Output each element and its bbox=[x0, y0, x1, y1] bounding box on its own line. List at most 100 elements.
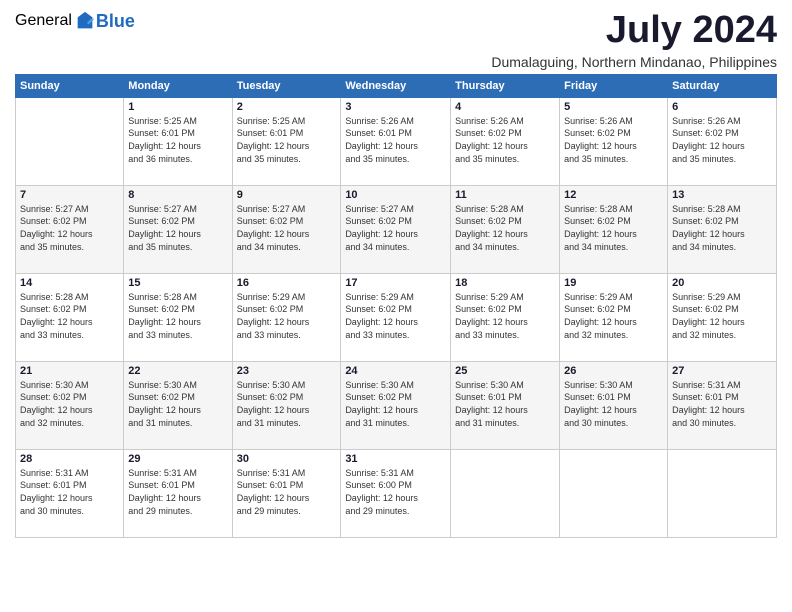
header: General Blue July 2024 Dumalaguing, Nort… bbox=[15, 10, 777, 70]
calendar-cell: 2 Sunrise: 5:25 AMSunset: 6:01 PMDaylight… bbox=[232, 97, 341, 185]
calendar-cell: 15Sunrise: 5:28 AMSunset: 6:02 PMDayligh… bbox=[124, 273, 232, 361]
header-row: Sunday Monday Tuesday Wednesday Thursday… bbox=[16, 74, 777, 97]
calendar-cell: 7 Sunrise: 5:27 AMSunset: 6:02 PMDaylight… bbox=[16, 185, 124, 273]
day-number: 6 bbox=[672, 101, 772, 113]
calendar-cell: 9 Sunrise: 5:27 AMSunset: 6:02 PMDaylight… bbox=[232, 185, 341, 273]
month-year-title: July 2024 bbox=[491, 10, 777, 52]
calendar-cell: 12 Sunrise: 5:28 AMSunset: 6:02 PMDayligh… bbox=[560, 185, 668, 273]
day-number: 26 bbox=[564, 365, 663, 377]
calendar-cell: 17Sunrise: 5:29 AMSunset: 6:02 PMDayligh… bbox=[341, 273, 451, 361]
day-number: 15 bbox=[128, 277, 227, 289]
page: General Blue July 2024 Dumalaguing, Nort… bbox=[0, 0, 792, 612]
calendar-cell: 14 Sunrise: 5:28 AMSunset: 6:02 PMDayligh… bbox=[16, 273, 124, 361]
logo-text: General Blue bbox=[15, 10, 135, 32]
title-section: July 2024 Dumalaguing, Northern Mindanao… bbox=[491, 10, 777, 70]
day-info: Sunrise: 5:31 AMSunset: 6:00 PMDaylight:… bbox=[345, 467, 446, 517]
col-wednesday: Wednesday bbox=[341, 74, 451, 97]
day-number: 1 bbox=[128, 101, 227, 113]
calendar-week-3: 14 Sunrise: 5:28 AMSunset: 6:02 PMDayligh… bbox=[16, 273, 777, 361]
day-number: 17 bbox=[345, 277, 446, 289]
day-info: Sunrise: 5:29 AMSunset: 6:02 PMDaylight:… bbox=[455, 291, 555, 341]
calendar-cell: 31 Sunrise: 5:31 AMSunset: 6:00 PMDayligh… bbox=[341, 449, 451, 537]
day-info: Sunrise: 5:26 AMSunset: 6:02 PMDaylight:… bbox=[564, 115, 663, 165]
day-info: Sunrise: 5:30 AMSunset: 6:02 PMDaylight:… bbox=[128, 379, 227, 429]
calendar-cell bbox=[16, 97, 124, 185]
calendar-cell bbox=[451, 449, 560, 537]
calendar-cell: 4 Sunrise: 5:26 AMSunset: 6:02 PMDaylight… bbox=[451, 97, 560, 185]
day-number: 2 bbox=[237, 101, 337, 113]
calendar-cell: 16 Sunrise: 5:29 AMSunset: 6:02 PMDayligh… bbox=[232, 273, 341, 361]
day-number: 14 bbox=[20, 277, 119, 289]
day-number: 29 bbox=[128, 453, 227, 465]
day-number: 18 bbox=[455, 277, 555, 289]
calendar-cell: 25Sunrise: 5:30 AMSunset: 6:01 PMDayligh… bbox=[451, 361, 560, 449]
day-info: Sunrise: 5:30 AMSunset: 6:02 PMDaylight:… bbox=[345, 379, 446, 429]
day-number: 12 bbox=[564, 189, 663, 201]
col-saturday: Saturday bbox=[668, 74, 777, 97]
day-number: 24 bbox=[345, 365, 446, 377]
calendar-cell: 26 Sunrise: 5:30 AMSunset: 6:01 PMDayligh… bbox=[560, 361, 668, 449]
day-number: 9 bbox=[237, 189, 337, 201]
day-info: Sunrise: 5:25 AMSunset: 6:01 PMDaylight:… bbox=[128, 115, 227, 165]
col-sunday: Sunday bbox=[16, 74, 124, 97]
calendar-body: 1 Sunrise: 5:25 AMSunset: 6:01 PMDaylight… bbox=[16, 97, 777, 537]
calendar-cell: 8Sunrise: 5:27 AMSunset: 6:02 PMDaylight… bbox=[124, 185, 232, 273]
day-info: Sunrise: 5:27 AMSunset: 6:02 PMDaylight:… bbox=[20, 203, 119, 253]
calendar-cell: 24 Sunrise: 5:30 AMSunset: 6:02 PMDayligh… bbox=[341, 361, 451, 449]
calendar-cell: 23 Sunrise: 5:30 AMSunset: 6:02 PMDayligh… bbox=[232, 361, 341, 449]
calendar-cell: 28 Sunrise: 5:31 AMSunset: 6:01 PMDayligh… bbox=[16, 449, 124, 537]
calendar-cell: 27 Sunrise: 5:31 AMSunset: 6:01 PMDayligh… bbox=[668, 361, 777, 449]
day-info: Sunrise: 5:31 AMSunset: 6:01 PMDaylight:… bbox=[237, 467, 337, 517]
day-info: Sunrise: 5:29 AMSunset: 6:02 PMDaylight:… bbox=[237, 291, 337, 341]
calendar-table: Sunday Monday Tuesday Wednesday Thursday… bbox=[15, 74, 777, 538]
day-number: 4 bbox=[455, 101, 555, 113]
calendar-week-4: 21 Sunrise: 5:30 AMSunset: 6:02 PMDayligh… bbox=[16, 361, 777, 449]
day-info: Sunrise: 5:26 AMSunset: 6:02 PMDaylight:… bbox=[672, 115, 772, 165]
day-info: Sunrise: 5:31 AMSunset: 6:01 PMDaylight:… bbox=[20, 467, 119, 517]
day-info: Sunrise: 5:30 AMSunset: 6:02 PMDaylight:… bbox=[237, 379, 337, 429]
day-info: Sunrise: 5:30 AMSunset: 6:02 PMDaylight:… bbox=[20, 379, 119, 429]
day-number: 31 bbox=[345, 453, 446, 465]
day-number: 7 bbox=[20, 189, 119, 201]
day-info: Sunrise: 5:26 AMSunset: 6:01 PMDaylight:… bbox=[345, 115, 446, 165]
day-info: Sunrise: 5:28 AMSunset: 6:02 PMDaylight:… bbox=[564, 203, 663, 253]
day-number: 27 bbox=[672, 365, 772, 377]
logo: General Blue bbox=[15, 10, 135, 32]
day-info: Sunrise: 5:26 AMSunset: 6:02 PMDaylight:… bbox=[455, 115, 555, 165]
day-number: 28 bbox=[20, 453, 119, 465]
day-number: 21 bbox=[20, 365, 119, 377]
day-info: Sunrise: 5:31 AMSunset: 6:01 PMDaylight:… bbox=[672, 379, 772, 429]
day-number: 16 bbox=[237, 277, 337, 289]
day-info: Sunrise: 5:30 AMSunset: 6:01 PMDaylight:… bbox=[564, 379, 663, 429]
day-number: 11 bbox=[455, 189, 555, 201]
day-info: Sunrise: 5:28 AMSunset: 6:02 PMDaylight:… bbox=[672, 203, 772, 253]
day-number: 25 bbox=[455, 365, 555, 377]
calendar-cell: 22 Sunrise: 5:30 AMSunset: 6:02 PMDayligh… bbox=[124, 361, 232, 449]
calendar-cell: 29 Sunrise: 5:31 AMSunset: 6:01 PMDayligh… bbox=[124, 449, 232, 537]
day-info: Sunrise: 5:28 AMSunset: 6:02 PMDaylight:… bbox=[20, 291, 119, 341]
calendar-cell: 3Sunrise: 5:26 AMSunset: 6:01 PMDaylight… bbox=[341, 97, 451, 185]
day-number: 30 bbox=[237, 453, 337, 465]
day-number: 13 bbox=[672, 189, 772, 201]
calendar-cell: 19Sunrise: 5:29 AMSunset: 6:02 PMDayligh… bbox=[560, 273, 668, 361]
day-number: 23 bbox=[237, 365, 337, 377]
calendar-cell: 10Sunrise: 5:27 AMSunset: 6:02 PMDayligh… bbox=[341, 185, 451, 273]
day-info: Sunrise: 5:29 AMSunset: 6:02 PMDaylight:… bbox=[564, 291, 663, 341]
logo-icon bbox=[74, 10, 96, 32]
day-number: 22 bbox=[128, 365, 227, 377]
day-info: Sunrise: 5:27 AMSunset: 6:02 PMDaylight:… bbox=[237, 203, 337, 253]
location-subtitle: Dumalaguing, Northern Mindanao, Philippi… bbox=[491, 54, 777, 70]
calendar-cell: 30 Sunrise: 5:31 AMSunset: 6:01 PMDayligh… bbox=[232, 449, 341, 537]
calendar-cell: 21 Sunrise: 5:30 AMSunset: 6:02 PMDayligh… bbox=[16, 361, 124, 449]
day-info: Sunrise: 5:27 AMSunset: 6:02 PMDaylight:… bbox=[128, 203, 227, 253]
day-info: Sunrise: 5:31 AMSunset: 6:01 PMDaylight:… bbox=[128, 467, 227, 517]
day-info: Sunrise: 5:28 AMSunset: 6:02 PMDaylight:… bbox=[455, 203, 555, 253]
calendar-cell: 1 Sunrise: 5:25 AMSunset: 6:01 PMDaylight… bbox=[124, 97, 232, 185]
calendar-cell: 11 Sunrise: 5:28 AMSunset: 6:02 PMDayligh… bbox=[451, 185, 560, 273]
day-info: Sunrise: 5:25 AMSunset: 6:01 PMDaylight:… bbox=[237, 115, 337, 165]
calendar-cell: 18 Sunrise: 5:29 AMSunset: 6:02 PMDayligh… bbox=[451, 273, 560, 361]
day-info: Sunrise: 5:29 AMSunset: 6:02 PMDaylight:… bbox=[672, 291, 772, 341]
col-monday: Monday bbox=[124, 74, 232, 97]
calendar-week-5: 28 Sunrise: 5:31 AMSunset: 6:01 PMDayligh… bbox=[16, 449, 777, 537]
logo-blue: Blue bbox=[96, 11, 135, 32]
